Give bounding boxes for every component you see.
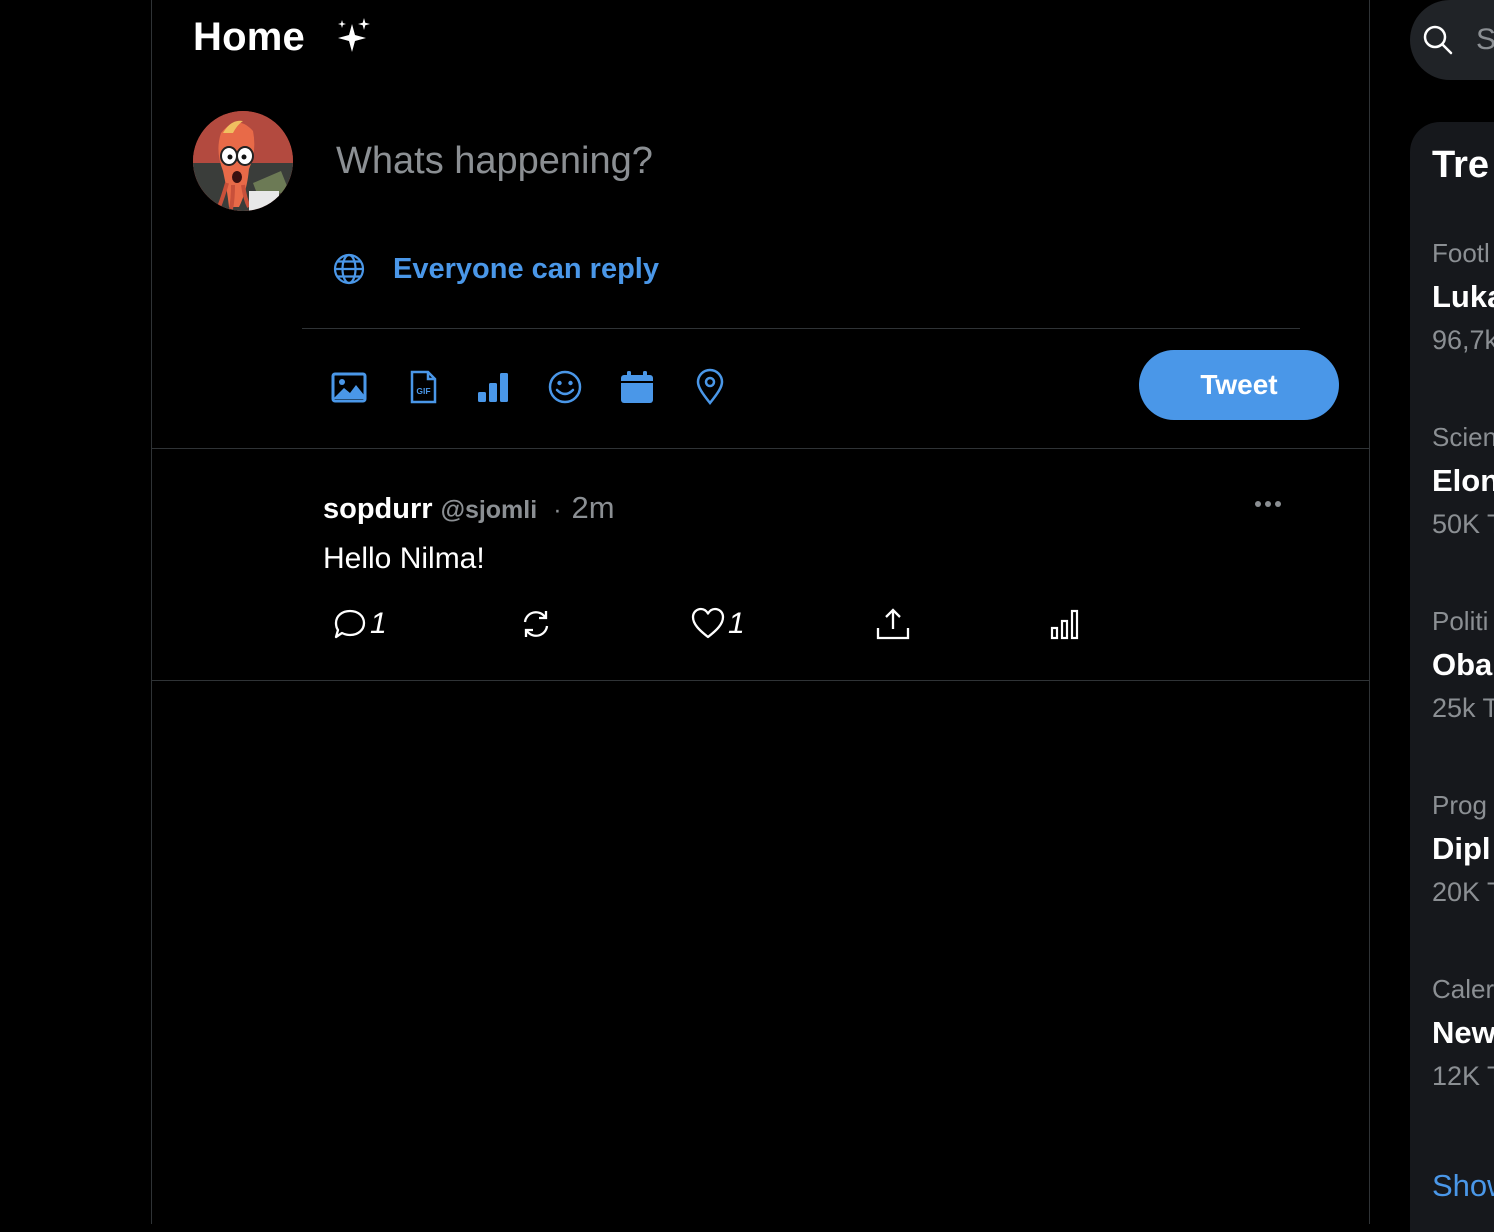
trend-count: 20K T bbox=[1432, 877, 1494, 907]
heart-icon bbox=[691, 607, 725, 639]
reply-icon bbox=[334, 609, 366, 639]
trend-category: Footl bbox=[1432, 238, 1490, 268]
like-count: 1 bbox=[728, 607, 745, 640]
trend-name: New bbox=[1432, 1015, 1494, 1050]
trend-item[interactable]: Scien Elon 50K T bbox=[1432, 422, 1494, 540]
tweet-author-handle[interactable]: @sjomli bbox=[441, 496, 538, 525]
trends-panel: Tre Footl Luka 96,7k Scien Elon 50K T Po… bbox=[1410, 122, 1494, 1232]
poll-icon[interactable] bbox=[475, 368, 513, 406]
avatar-image bbox=[193, 111, 293, 211]
like-button[interactable]: 1 bbox=[690, 606, 745, 642]
retweet-button[interactable] bbox=[518, 606, 554, 642]
tweet-header: sopdurr @sjomli · 2m bbox=[323, 490, 615, 526]
gif-icon[interactable]: GIF bbox=[404, 368, 442, 406]
svg-text:GIF: GIF bbox=[416, 386, 430, 396]
page-title: Home bbox=[193, 14, 305, 59]
trend-item[interactable]: Politi Oba 25k T bbox=[1432, 606, 1494, 724]
trend-name: Elon bbox=[1432, 463, 1494, 498]
share-icon bbox=[876, 608, 910, 640]
trend-count: 25k T bbox=[1432, 693, 1494, 723]
separator-dot: · bbox=[553, 496, 562, 524]
right-sidebar: Se Tre Footl Luka 96,7k Scien Elon 50K T… bbox=[1410, 0, 1494, 1232]
globe-icon bbox=[333, 253, 365, 285]
tweet-timestamp[interactable]: 2m bbox=[572, 490, 615, 526]
emoji-icon[interactable] bbox=[546, 368, 584, 406]
tweet-author-name[interactable]: sopdurr bbox=[323, 493, 433, 526]
analytics-button[interactable] bbox=[1048, 606, 1084, 642]
divider bbox=[152, 680, 1369, 681]
trend-count: 50K T bbox=[1432, 509, 1494, 539]
search-box[interactable]: Se bbox=[1410, 0, 1494, 80]
trend-name: Luka bbox=[1432, 279, 1494, 314]
trend-count: 12K T bbox=[1432, 1061, 1494, 1091]
trend-count: 96,7k bbox=[1432, 325, 1494, 355]
page-header: Home bbox=[193, 12, 305, 62]
trend-category: Caler bbox=[1432, 974, 1494, 1004]
trend-item[interactable]: Prog Dipl 20K T bbox=[1432, 790, 1494, 908]
trend-name: Dipl bbox=[1432, 831, 1491, 866]
tweet[interactable]: sopdurr @sjomli · 2m Hello Nilma! 1 1 bbox=[152, 450, 1369, 680]
reply-button[interactable]: 1 bbox=[332, 606, 387, 642]
schedule-icon[interactable] bbox=[618, 368, 656, 406]
tweet-text: Hello Nilma! bbox=[323, 542, 485, 575]
avatar[interactable] bbox=[193, 111, 293, 211]
analytics-icon bbox=[1050, 609, 1079, 640]
reply-setting-button[interactable]: Everyone can reply bbox=[332, 252, 659, 286]
retweet-icon bbox=[523, 611, 549, 637]
location-icon[interactable] bbox=[691, 368, 729, 406]
trend-name: Oba bbox=[1432, 647, 1493, 682]
trend-item[interactable]: Caler New 12K T bbox=[1432, 974, 1494, 1092]
share-button[interactable] bbox=[875, 606, 911, 642]
trend-category: Prog bbox=[1432, 790, 1487, 820]
divider bbox=[152, 448, 1369, 449]
tweet-button[interactable]: Tweet bbox=[1139, 350, 1339, 420]
sparkle-icon[interactable] bbox=[334, 16, 374, 58]
trend-item[interactable]: Footl Luka 96,7k bbox=[1432, 238, 1494, 356]
trend-category: Politi bbox=[1432, 606, 1489, 636]
reply-count: 1 bbox=[370, 607, 387, 640]
search-icon bbox=[1423, 25, 1453, 55]
trend-category: Scien bbox=[1432, 422, 1494, 452]
image-icon[interactable] bbox=[330, 368, 368, 406]
compose-input[interactable] bbox=[336, 140, 1236, 183]
compose-divider bbox=[302, 328, 1300, 329]
trends-title: Tre bbox=[1432, 144, 1490, 186]
reply-setting-label: Everyone can reply bbox=[393, 252, 659, 285]
more-options-icon[interactable] bbox=[1252, 494, 1286, 514]
main-column: Home Everyone can reply bbox=[151, 0, 1370, 1224]
show-more-link[interactable]: Show bbox=[1432, 1168, 1494, 1204]
search-placeholder: Se bbox=[1476, 23, 1494, 56]
